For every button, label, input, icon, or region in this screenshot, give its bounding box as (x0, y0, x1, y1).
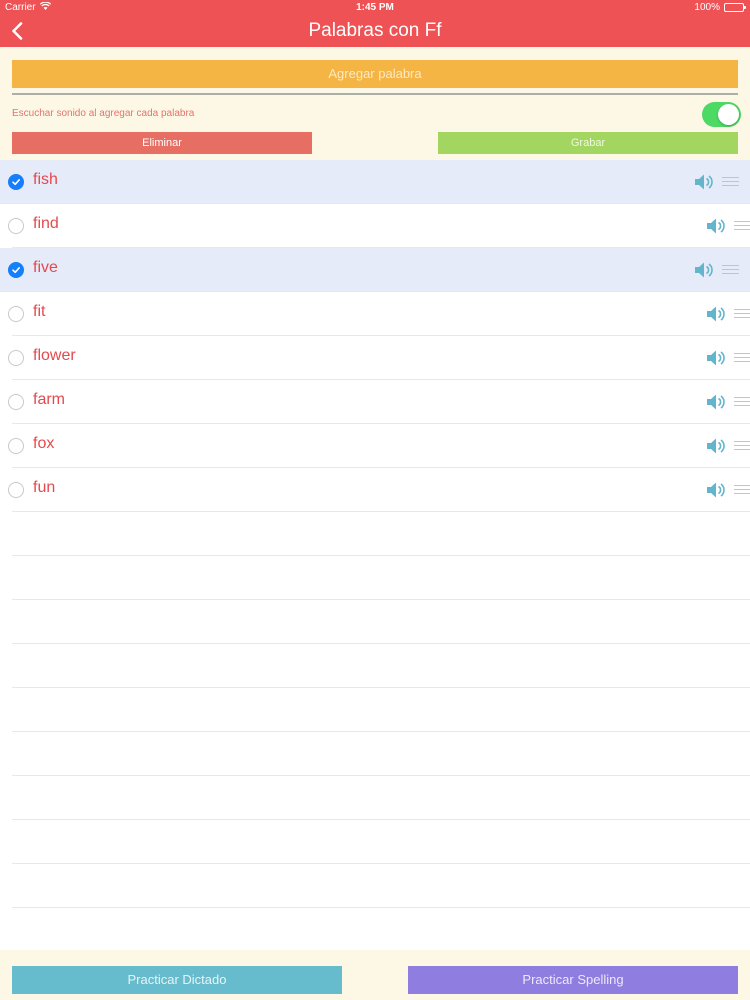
practice-spelling-button[interactable]: Practicar Spelling (408, 966, 738, 994)
bottom-bar: Practicar Dictado Practicar Spelling (0, 950, 750, 1000)
list-item[interactable]: find (8, 204, 750, 248)
drag-handle-icon[interactable] (734, 353, 750, 363)
empty-row (12, 820, 750, 864)
speaker-icon[interactable] (706, 305, 726, 323)
list-item[interactable]: farm (8, 380, 750, 424)
battery-icon (724, 3, 746, 12)
battery-percent: 100% (694, 2, 720, 13)
empty-row (12, 688, 750, 732)
empty-row (12, 556, 750, 600)
sound-toggle[interactable] (702, 102, 741, 127)
empty-row (12, 864, 750, 908)
radio-circle-icon[interactable] (8, 438, 24, 454)
page-title: Palabras con Ff (308, 20, 442, 41)
radio-circle-icon[interactable] (8, 482, 24, 498)
delete-button[interactable]: Eliminar (12, 132, 312, 154)
word-list: fish find five fit flower farm fox fun (0, 160, 750, 950)
word-label: fit (33, 303, 46, 320)
status-bar: Carrier 1:45 PM 100% (0, 0, 750, 16)
word-label: fish (33, 171, 58, 188)
word-label: find (33, 215, 59, 232)
empty-row (12, 512, 750, 556)
radio-circle-icon[interactable] (8, 350, 24, 366)
empty-row (12, 600, 750, 644)
radio-circle-icon[interactable] (8, 394, 24, 410)
drag-handle-icon[interactable] (734, 397, 750, 407)
speaker-icon[interactable] (706, 217, 726, 235)
checkmark-icon[interactable] (8, 174, 24, 190)
divider (12, 93, 738, 95)
word-label: fun (33, 479, 56, 496)
record-button[interactable]: Grabar (438, 132, 738, 154)
empty-row (12, 732, 750, 776)
status-time: 1:45 PM (356, 2, 394, 13)
drag-handle-icon[interactable] (734, 221, 750, 231)
speaker-icon[interactable] (706, 393, 726, 411)
speaker-icon[interactable] (706, 481, 726, 499)
checkmark-icon[interactable] (8, 262, 24, 278)
speaker-icon[interactable] (694, 173, 714, 191)
list-item[interactable]: fun (8, 468, 750, 512)
speaker-icon[interactable] (706, 437, 726, 455)
drag-handle-icon[interactable] (734, 441, 750, 451)
sound-toggle-label: Escuchar sonido al agregar cada palabra (12, 108, 195, 119)
drag-handle-icon[interactable] (722, 177, 739, 187)
radio-circle-icon[interactable] (8, 218, 24, 234)
word-label: five (33, 259, 58, 276)
speaker-icon[interactable] (706, 349, 726, 367)
list-item[interactable]: fish (0, 160, 750, 204)
status-bar-right: 100% (694, 2, 746, 13)
empty-row (12, 644, 750, 688)
toggle-knob (718, 104, 739, 125)
word-label: farm (33, 391, 65, 408)
drag-handle-icon[interactable] (722, 265, 739, 275)
word-label: fox (33, 435, 55, 452)
drag-handle-icon[interactable] (734, 309, 750, 319)
radio-circle-icon[interactable] (8, 306, 24, 322)
add-word-button[interactable]: Agregar palabra (12, 60, 738, 88)
practice-dictation-button[interactable]: Practicar Dictado (12, 966, 342, 994)
list-item[interactable]: five (0, 248, 750, 292)
empty-row (12, 776, 750, 820)
nav-bar: Palabras con Ff (0, 16, 750, 47)
list-item[interactable]: flower (8, 336, 750, 380)
list-item[interactable]: fox (8, 424, 750, 468)
word-label: flower (33, 347, 76, 364)
list-item[interactable]: fit (8, 292, 750, 336)
speaker-icon[interactable] (694, 261, 714, 279)
drag-handle-icon[interactable] (734, 485, 750, 495)
